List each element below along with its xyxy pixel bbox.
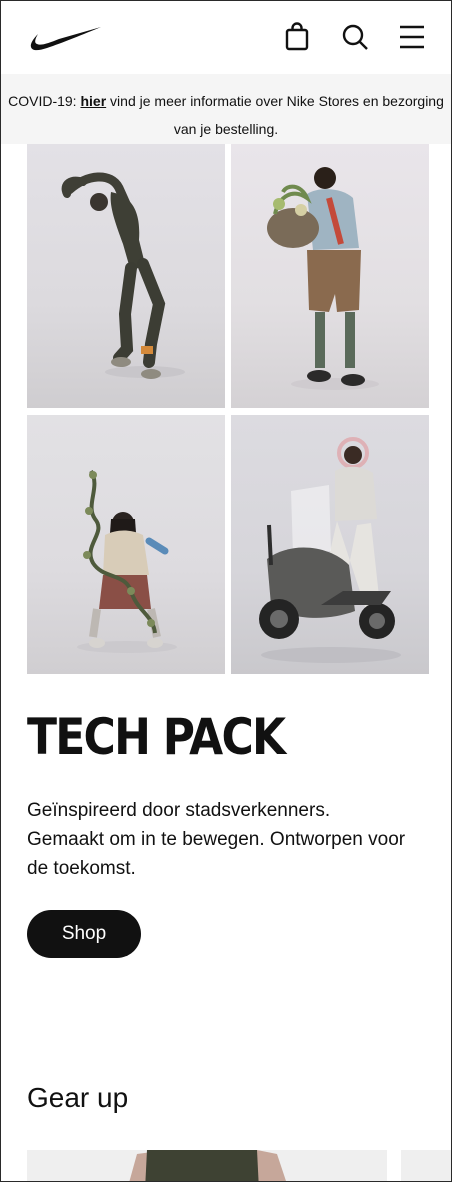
banner-text: vind je meer informatie over Nike Stores… [106,93,444,137]
shopping-bag-icon [285,22,309,51]
hero-description: Geïnspireerd door stadsverkenners. Gemaa… [27,800,406,879]
shop-button[interactable]: Shop [27,910,141,958]
gear-up-heading: Gear up [27,1082,129,1113]
hero-title: TECH PACK [27,708,286,766]
vine-figure-image [77,469,177,653]
product-card[interactable] [27,1150,387,1181]
scooter-figure-image [259,437,401,663]
hero-photo-plant [231,144,429,408]
covid-banner: COVID-19: hier vind je meer informatie o… [1,74,451,144]
banner-prefix: COVID-19: [8,93,81,109]
hero-photo-scooter [231,415,429,674]
search-icon [342,24,368,50]
product-card-next[interactable] [401,1150,451,1181]
plant-figure-image [267,167,379,390]
product-image [129,1150,286,1181]
bag-button[interactable] [283,21,311,53]
hero-image-grid[interactable] [27,144,429,674]
site-header [1,1,451,74]
search-button[interactable] [341,21,369,53]
hero-photo-vine [27,415,225,674]
page-frame: COVID-19: hier vind je meer informatie o… [0,0,452,1182]
menu-icon [400,25,424,49]
hero-photo-stretch [27,144,225,408]
menu-button[interactable] [398,21,426,53]
swoosh-icon [30,27,102,51]
stretch-figure-image [61,172,185,379]
banner-link[interactable]: hier [80,93,106,109]
grid-divider-horizontal [27,408,429,415]
nike-logo[interactable] [29,25,103,53]
